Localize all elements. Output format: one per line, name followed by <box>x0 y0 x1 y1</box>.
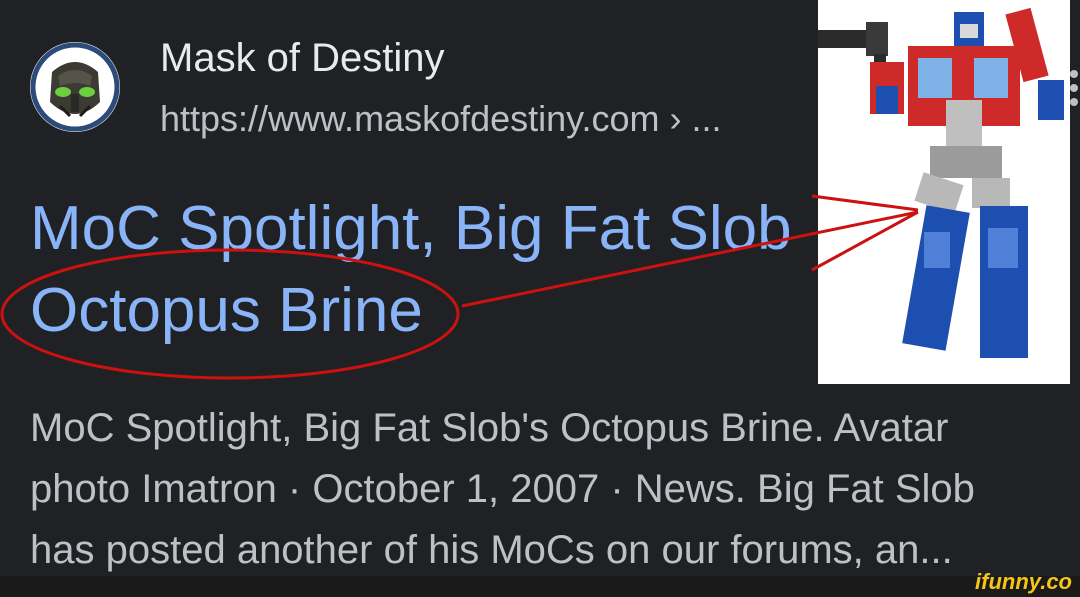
annotation-line <box>461 210 919 308</box>
annotation-circle <box>0 248 460 380</box>
watermark-bar <box>0 576 1080 597</box>
ifunny-watermark: ifunny.co <box>975 569 1072 594</box>
red-annotation <box>0 194 919 380</box>
annotation-arrow-lower <box>811 210 919 272</box>
annotation-arrow-upper <box>811 194 919 212</box>
search-result: Mask of Destiny https://www.maskofdestin… <box>0 0 1080 597</box>
